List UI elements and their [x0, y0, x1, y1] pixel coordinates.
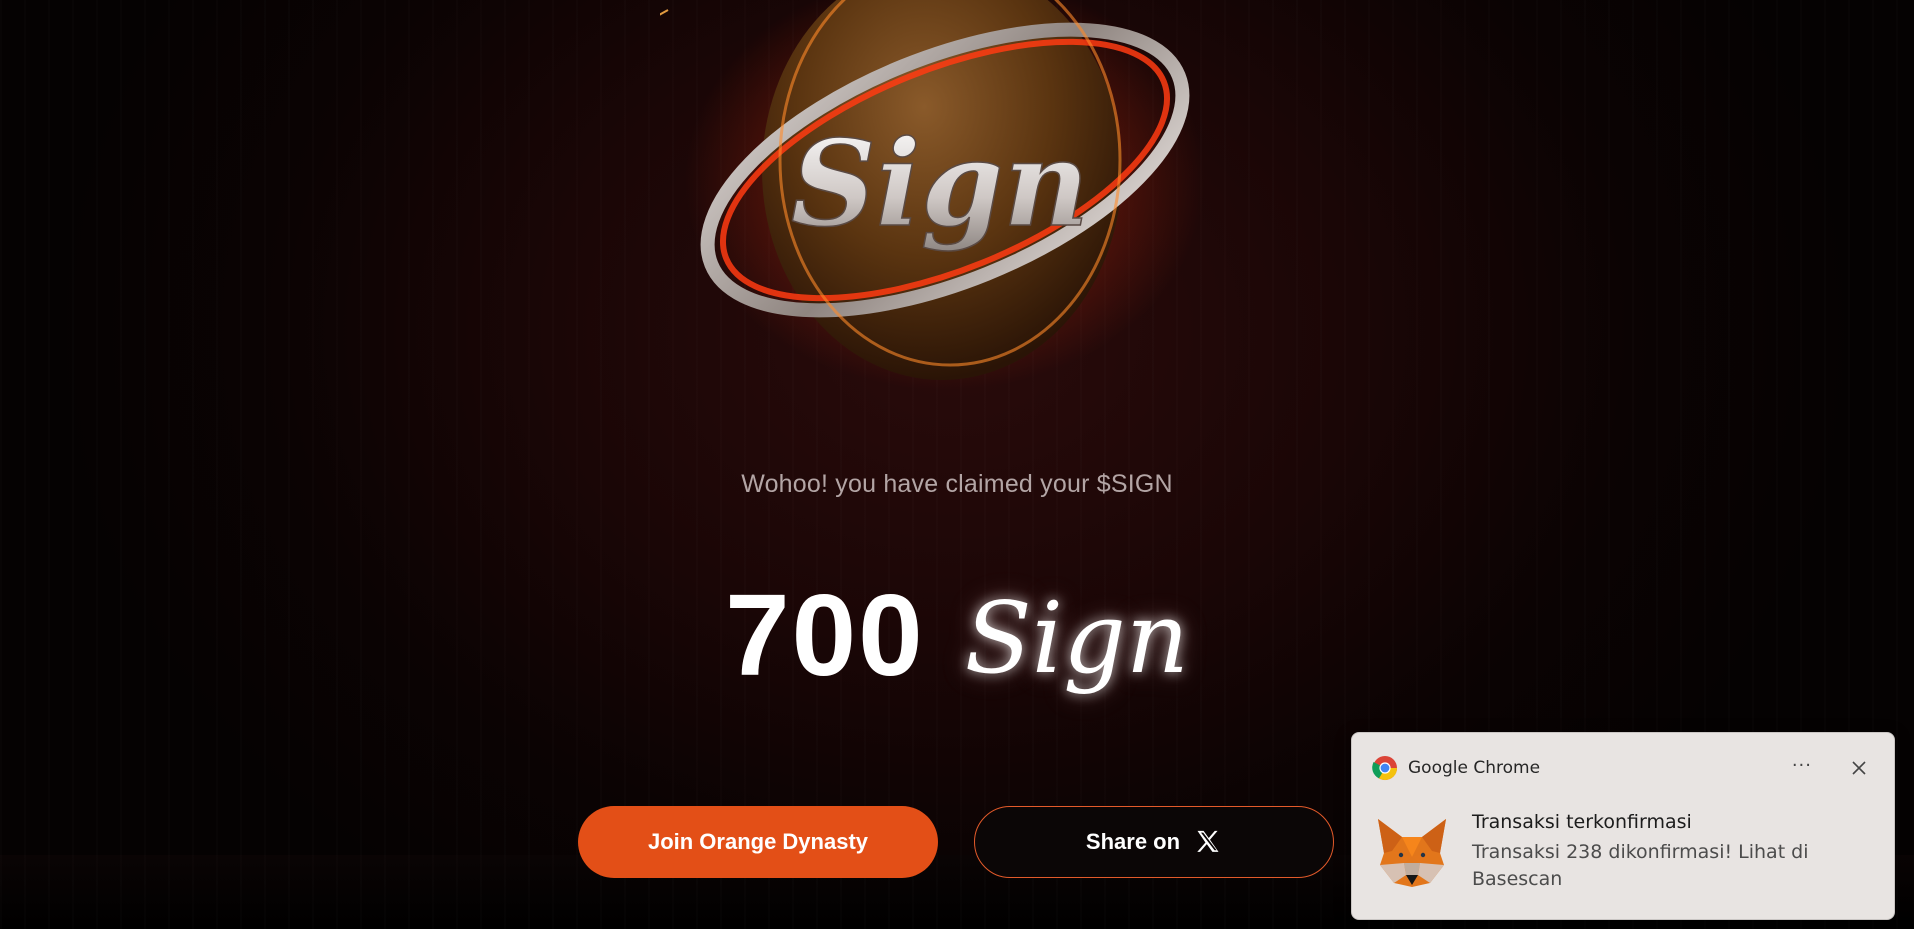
- amount-unit-logo: Sign: [964, 582, 1189, 696]
- chrome-icon: [1372, 756, 1397, 781]
- notification-body: Transaksi 238 dikonfirmasi! Lihat di Bas…: [1472, 841, 1809, 890]
- notification-title: Transaksi terkonfirmasi: [1472, 811, 1692, 833]
- claim-message: Wohoo! you have claimed your $SIGN: [741, 470, 1173, 498]
- chrome-notification[interactable]: Google Chrome ··· Transaksi terkonfirmas…: [1351, 732, 1895, 920]
- x-logo-icon: [1197, 830, 1219, 852]
- join-orange-dynasty-button[interactable]: Join Orange Dynasty: [578, 806, 938, 878]
- claimed-amount: 700 Sign: [0, 560, 1914, 710]
- share-button-label: Share on: [1085, 829, 1181, 854]
- sign-planet-logo: Sign: [660, 0, 1205, 390]
- close-icon[interactable]: [1848, 757, 1870, 779]
- notification-header: Google Chrome ···: [1372, 755, 1874, 781]
- share-on-x-button[interactable]: Share on: [974, 806, 1334, 878]
- hero-logo-text: Sign: [791, 114, 1089, 253]
- amount-value: 700: [725, 570, 925, 700]
- metamask-fox-icon: [1378, 819, 1446, 887]
- notification-app-name: Google Chrome: [1408, 758, 1541, 778]
- more-options-icon[interactable]: ···: [1792, 755, 1812, 776]
- join-button-label: Join Orange Dynasty: [647, 829, 869, 854]
